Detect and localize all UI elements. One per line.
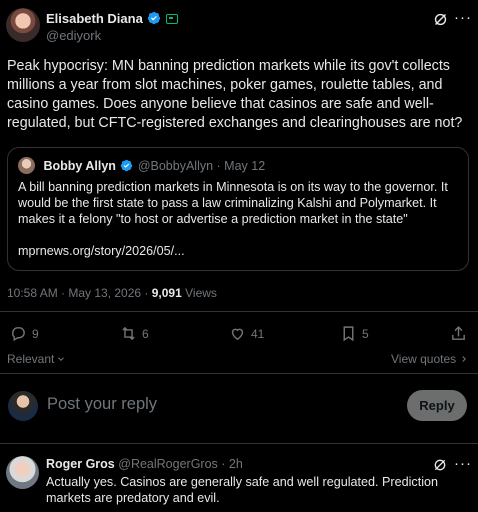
- verified-badge-icon: [148, 11, 161, 25]
- reply-header: Roger Gros @RealRogerGros · 2h: [46, 457, 243, 471]
- reply-count: 9: [32, 326, 39, 341]
- quoted-text: A bill banning prediction markets in Min…: [18, 180, 448, 226]
- quoted-header: Bobby Allyn @BobbyAllyn · May 12: [18, 157, 265, 175]
- reply-action[interactable]: 9: [10, 325, 39, 342]
- reply-author-avatar[interactable]: [6, 456, 39, 489]
- bookmark-count: 5: [362, 326, 369, 341]
- chevron-down-icon: [58, 357, 65, 361]
- author-display-name[interactable]: Elisabeth Diana: [46, 11, 143, 26]
- reply-handle-time: @RealRogerGros · 2h: [118, 457, 243, 471]
- author-name-row[interactable]: Elisabeth Diana: [46, 10, 178, 28]
- reply-display-name[interactable]: Roger Gros: [46, 457, 115, 471]
- chevron-right-icon: [462, 356, 467, 362]
- bookmark-icon: [343, 326, 354, 342]
- heart-icon: [231, 328, 244, 341]
- sort-dropdown[interactable]: Relevant: [7, 352, 66, 366]
- views-count: 9,091: [151, 286, 182, 300]
- quoted-link[interactable]: mprnews.org/story/2026/05/...: [18, 244, 185, 260]
- divider: [0, 373, 478, 374]
- view-quotes-label: View quotes: [391, 352, 457, 366]
- quoted-verified-icon: [121, 159, 133, 172]
- view-quotes-link[interactable]: View quotes: [391, 352, 469, 366]
- author-handle[interactable]: @ediyork: [46, 28, 101, 43]
- reply-text: Actually yes. Casinos are generally safe…: [46, 475, 439, 505]
- bookmark-action[interactable]: 5: [340, 325, 369, 342]
- share-action[interactable]: [450, 325, 467, 342]
- tweet-timestamp[interactable]: 10:58 AM · May 13, 2026 ·: [7, 286, 152, 300]
- quoted-display-name[interactable]: Bobby Allyn: [43, 159, 115, 173]
- tweet-text: Peak hypocrisy: MN banning prediction ma…: [7, 58, 463, 131]
- tweet-meta: 10:58 AM · May 13, 2026 · 9,091 Views: [7, 286, 217, 300]
- share-icon: [452, 326, 465, 340]
- divider: [0, 443, 478, 444]
- views-label: Views: [181, 286, 217, 300]
- repost-icon: [122, 326, 135, 341]
- like-action[interactable]: 41: [229, 325, 264, 342]
- divider: [0, 311, 478, 312]
- repost-count: 6: [142, 326, 149, 341]
- sort-label: Relevant: [7, 352, 55, 366]
- more-options-icon[interactable]: ···: [454, 455, 472, 472]
- quoted-author-avatar[interactable]: [18, 157, 35, 175]
- quoted-tweet[interactable]: Bobby Allyn @BobbyAllyn · May 12 A bill …: [7, 147, 469, 271]
- current-user-avatar[interactable]: [8, 391, 38, 421]
- like-count: 41: [251, 326, 265, 341]
- author-avatar[interactable]: [6, 8, 40, 42]
- more-options-icon[interactable]: ···: [454, 9, 472, 26]
- reply-input[interactable]: Post your reply: [47, 395, 157, 414]
- grok-icon[interactable]: [432, 11, 449, 28]
- repost-action[interactable]: 6: [120, 325, 149, 342]
- affiliate-badge-icon: [165, 14, 178, 24]
- quoted-handle-date: @BobbyAllyn · May 12: [137, 159, 266, 173]
- reply-button[interactable]: Reply: [407, 390, 467, 421]
- reply-icon: [12, 327, 25, 342]
- grok-icon[interactable]: [432, 457, 448, 473]
